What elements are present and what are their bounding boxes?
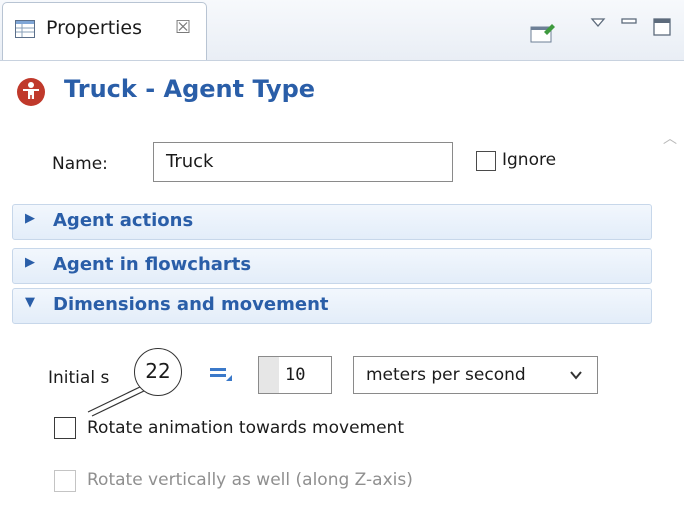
properties-table-icon <box>15 20 35 38</box>
close-icon[interactable]: ☒ <box>175 17 191 38</box>
properties-view: Properties ☒ Truck - Agent Type ︿ Name: … <box>0 0 684 509</box>
properties-header: Truck - Agent Type <box>0 61 684 123</box>
agent-type-icon <box>17 78 45 106</box>
callout-leader-line <box>87 385 147 417</box>
minimize-icon[interactable] <box>620 16 638 28</box>
rotate-animation-checkbox[interactable] <box>54 417 76 439</box>
initial-speed-value: 10 <box>285 365 306 385</box>
initial-speed-field[interactable]: 10 <box>258 356 332 394</box>
static-value-icon[interactable] <box>208 362 234 384</box>
speed-unit-select[interactable]: meters per second <box>353 356 598 394</box>
page-title: Truck - Agent Type <box>64 75 316 103</box>
pin-editor-icon[interactable] <box>530 22 556 44</box>
view-tab-strip: Properties ☒ <box>0 0 684 61</box>
callout-marker: 22 <box>134 348 182 396</box>
rotate-animation-label: Rotate animation towards movement <box>87 418 404 438</box>
callout-number: 22 <box>145 359 171 383</box>
tab-label: Properties <box>46 17 143 39</box>
rotate-vertically-checkbox <box>54 470 76 492</box>
chevron-down-icon <box>570 371 582 380</box>
maximize-icon[interactable] <box>652 17 672 37</box>
rotate-vertically-label: Rotate vertically as well (along Z-axis) <box>87 470 413 490</box>
properties-body: ︿ Name: Truck Ignore ▶ Agent actions ▶ A… <box>0 124 684 509</box>
view-menu-icon[interactable] <box>590 16 606 30</box>
speed-unit-value: meters per second <box>366 365 526 385</box>
properties-tab[interactable]: Properties ☒ <box>2 2 207 60</box>
